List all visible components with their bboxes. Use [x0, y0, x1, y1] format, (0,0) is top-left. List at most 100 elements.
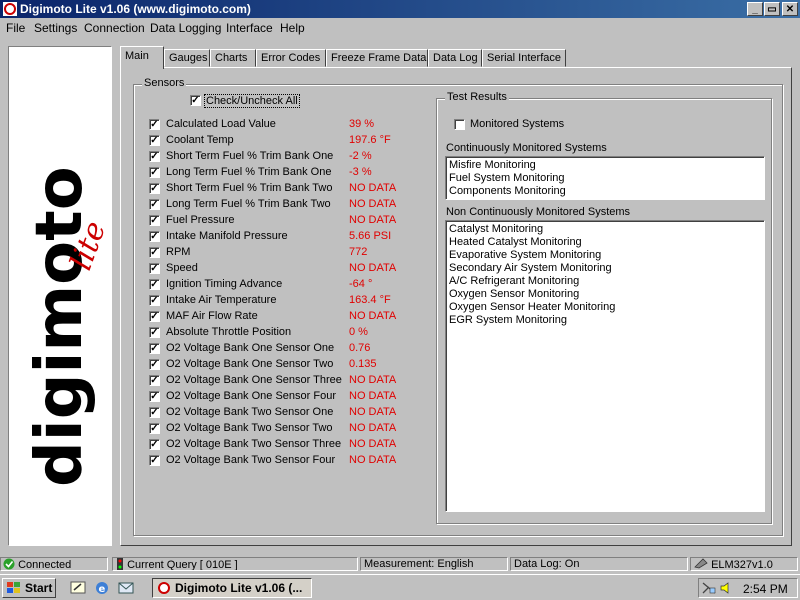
status-query-text: Current Query [ 010E ]	[127, 559, 238, 571]
sensor-checkbox[interactable]: ✓	[149, 215, 160, 226]
sensor-checkbox[interactable]: ✓	[149, 279, 160, 290]
sensor-value: -2 %	[349, 150, 372, 162]
tray-network-icon[interactable]	[701, 581, 717, 595]
sensor-value: 5.66 PSI	[349, 230, 392, 242]
list-item[interactable]: EGR System Monitoring	[449, 314, 567, 326]
sensor-checkbox[interactable]: ✓	[149, 135, 160, 146]
sensor-checkbox[interactable]: ✓	[149, 391, 160, 402]
tray-clock[interactable]: 2:54 PM	[743, 582, 788, 596]
sensor-checkbox[interactable]: ✓	[149, 359, 160, 370]
sensor-value: -64 °	[349, 278, 373, 290]
sensor-value: NO DATA	[349, 198, 397, 210]
window-title-bar[interactable]: Digimoto Lite v1.06 (www.digimoto.com) _…	[0, 0, 800, 18]
list-item[interactable]: Misfire Monitoring	[449, 159, 536, 171]
restore-button[interactable]: ▭	[764, 2, 780, 16]
main-tab-panel: Sensors ✓ Check/Uncheck All ✓ Calculated …	[120, 67, 792, 546]
sensor-checkbox[interactable]: ✓	[149, 263, 160, 274]
sensor-checkbox[interactable]: ✓	[149, 119, 160, 130]
menu-settings[interactable]: Settings	[34, 21, 77, 35]
sensor-value: NO DATA	[349, 406, 397, 418]
sensor-value: 772	[349, 246, 368, 258]
sensor-value: 163.4 °F	[349, 294, 391, 306]
list-item[interactable]: Fuel System Monitoring	[449, 172, 565, 184]
status-connected-text: Connected	[18, 559, 72, 571]
digimoto-logo: digimoto lite	[23, 166, 113, 487]
sensor-value: 0 %	[349, 326, 368, 338]
menu-data-logging[interactable]: Data Logging	[150, 21, 221, 35]
monitored-systems-label[interactable]: Monitored Systems	[470, 118, 564, 130]
menu-connection[interactable]: Connection	[84, 21, 145, 35]
close-button[interactable]: ✕	[782, 2, 798, 16]
status-device-text: ELM327v1.0	[711, 559, 773, 571]
sensor-checkbox[interactable]: ✓	[149, 199, 160, 210]
tab-serial-interface[interactable]: Serial Interface	[482, 49, 566, 67]
sensor-checkbox[interactable]: ✓	[149, 439, 160, 450]
taskbar-digimoto-button[interactable]: Digimoto Lite v1.06 (...	[152, 578, 312, 598]
tray-volume-icon[interactable]	[719, 581, 733, 595]
list-item[interactable]: Heated Catalyst Monitoring	[449, 236, 582, 248]
sensor-checkbox[interactable]: ✓	[149, 455, 160, 466]
sensor-name: Long Term Fuel % Trim Bank One	[166, 166, 332, 178]
sensor-name: Short Term Fuel % Trim Bank Two	[166, 182, 333, 194]
list-item[interactable]: A/C Refrigerant Monitoring	[449, 275, 579, 287]
connected-check-icon	[3, 558, 15, 570]
menu-bar: File Settings Connection Data Logging In…	[0, 18, 800, 38]
sensor-value: NO DATA	[349, 438, 397, 450]
ie-quicklaunch-icon[interactable]: e	[94, 580, 110, 596]
status-datalog: Data Log: On	[510, 557, 688, 571]
digimoto-task-icon	[158, 582, 170, 594]
sensor-name: Short Term Fuel % Trim Bank One	[166, 150, 334, 162]
list-item[interactable]: Oxygen Sensor Monitoring	[449, 288, 579, 300]
sensor-checkbox[interactable]: ✓	[149, 327, 160, 338]
sensor-value: NO DATA	[349, 182, 397, 194]
check-all-checkbox[interactable]: ✓	[190, 95, 201, 106]
system-tray: 2:54 PM	[698, 578, 798, 598]
monitored-systems-checkbox[interactable]	[454, 119, 465, 130]
list-item[interactable]: Components Monitoring	[449, 185, 566, 197]
outlook-quicklaunch-icon[interactable]	[118, 580, 134, 596]
check-all-label[interactable]: Check/Uncheck All	[204, 94, 300, 108]
tab-freeze-frame-data[interactable]: Freeze Frame Data	[326, 49, 428, 67]
sensor-checkbox[interactable]: ✓	[149, 407, 160, 418]
sensor-name: O2 Voltage Bank Two Sensor Three	[166, 438, 342, 450]
noncontinuous-listbox[interactable]: Catalyst Monitoring Heated Catalyst Monit…	[445, 220, 765, 512]
sensor-name: Intake Air Temperature	[166, 294, 277, 306]
sensor-checkbox[interactable]: ✓	[149, 151, 160, 162]
status-measurement: Measurement: English	[360, 557, 508, 571]
list-item[interactable]: Evaporative System Monitoring	[449, 249, 601, 261]
tab-error-codes[interactable]: Error Codes	[256, 49, 326, 67]
sensor-checkbox[interactable]: ✓	[149, 295, 160, 306]
sensor-checkbox[interactable]: ✓	[149, 247, 160, 258]
taskbar: Start e Digimoto Lite v1.06 (... 2:54 PM	[0, 574, 800, 600]
sensor-checkbox[interactable]: ✓	[149, 167, 160, 178]
continuous-listbox[interactable]: Misfire Monitoring Fuel System Monitoring…	[445, 156, 765, 200]
list-item[interactable]: Catalyst Monitoring	[449, 223, 543, 235]
menu-file[interactable]: File	[6, 21, 25, 35]
sensor-value: NO DATA	[349, 390, 397, 402]
sensor-name: Absolute Throttle Position	[166, 326, 292, 338]
start-button[interactable]: Start	[2, 578, 56, 598]
sensor-value: NO DATA	[349, 374, 397, 386]
sensor-checkbox[interactable]: ✓	[149, 343, 160, 354]
tab-data-log[interactable]: Data Log	[428, 49, 482, 67]
minimize-button[interactable]: _	[747, 2, 763, 16]
sensor-checkbox[interactable]: ✓	[149, 375, 160, 386]
sensor-name: O2 Voltage Bank One Sensor Three	[166, 374, 342, 386]
list-item[interactable]: Secondary Air System Monitoring	[449, 262, 612, 274]
sensor-name: Fuel Pressure	[166, 214, 235, 226]
sensor-value: NO DATA	[349, 422, 397, 434]
menu-help[interactable]: Help	[280, 21, 305, 35]
sensor-checkbox[interactable]: ✓	[149, 183, 160, 194]
sensor-checkbox[interactable]: ✓	[149, 311, 160, 322]
tab-main[interactable]: Main	[120, 46, 164, 69]
sensor-name: Coolant Temp	[166, 134, 234, 146]
list-item[interactable]: Oxygen Sensor Heater Monitoring	[449, 301, 615, 313]
tab-charts[interactable]: Charts	[210, 49, 256, 67]
desktop-quicklaunch-icon[interactable]	[70, 580, 86, 596]
sensor-checkbox[interactable]: ✓	[149, 423, 160, 434]
traffic-light-icon	[117, 558, 123, 570]
tab-gauges[interactable]: Gauges	[164, 49, 210, 67]
menu-interface[interactable]: Interface	[226, 21, 273, 35]
sensor-value: NO DATA	[349, 214, 397, 226]
sensor-checkbox[interactable]: ✓	[149, 231, 160, 242]
